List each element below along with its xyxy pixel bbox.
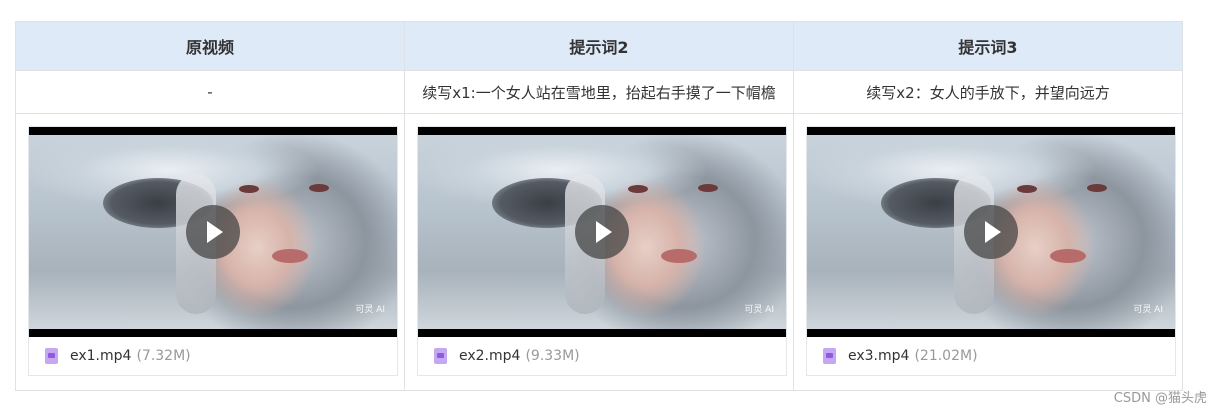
thumbnail-eye-right xyxy=(1086,183,1107,192)
file-info[interactable]: ex2.mp4 (9.33M) xyxy=(418,337,786,375)
video-card: 可灵 AI ex2.mp4 (9.33M) xyxy=(417,126,787,376)
video-row: 可灵 AI ex1.mp4 (7.32M) 可灵 AI ex2.mp4 (9.3… xyxy=(15,113,1183,391)
prompt-cell-3: 续写x2：女人的手放下，并望向远方 xyxy=(793,70,1183,114)
play-icon[interactable] xyxy=(964,205,1018,259)
prompt-row: - 续写x1:一个女人站在雪地里，抬起右手摸了一下帽檐 续写x2：女人的手放下，… xyxy=(15,70,1183,114)
video-cell-1: 可灵 AI ex1.mp4 (7.32M) xyxy=(15,113,405,391)
video-file-icon xyxy=(45,348,58,364)
file-name: ex3.mp4 xyxy=(848,348,910,364)
thumbnail-eye-left xyxy=(238,185,259,194)
play-icon[interactable] xyxy=(575,205,629,259)
file-size: (9.33M) xyxy=(525,348,580,364)
file-info[interactable]: ex3.mp4 (21.02M) xyxy=(807,337,1175,375)
file-name: ex2.mp4 xyxy=(459,348,521,364)
file-size: (21.02M) xyxy=(914,348,978,364)
video-card: 可灵 AI ex1.mp4 (7.32M) xyxy=(28,126,398,376)
header-prompt-2: 提示词2 xyxy=(404,21,794,71)
watermark: 可灵 AI xyxy=(1133,305,1163,315)
video-file-icon xyxy=(823,348,836,364)
video-file-icon xyxy=(434,348,447,364)
thumbnail-eye-right xyxy=(308,183,329,192)
file-info[interactable]: ex1.mp4 (7.32M) xyxy=(29,337,397,375)
video-cell-2: 可灵 AI ex2.mp4 (9.33M) xyxy=(404,113,794,391)
csdn-credit: CSDN @猫头虎 xyxy=(1113,391,1207,406)
video-player[interactable]: 可灵 AI xyxy=(29,127,397,337)
video-cell-3: 可灵 AI ex3.mp4 (21.02M) xyxy=(793,113,1183,391)
thumbnail-eye-right xyxy=(697,183,718,192)
thumbnail-lips xyxy=(1049,249,1086,264)
file-name: ex1.mp4 xyxy=(70,348,132,364)
header-row: 原视频 提示词2 提示词3 xyxy=(15,21,1183,71)
video-card: 可灵 AI ex3.mp4 (21.02M) xyxy=(806,126,1176,376)
thumbnail-lips xyxy=(271,249,308,264)
thumbnail-eye-left xyxy=(1016,185,1037,194)
thumbnail-lips xyxy=(660,249,697,264)
header-original-video: 原视频 xyxy=(15,21,405,71)
watermark: 可灵 AI xyxy=(744,305,774,315)
prompt-cell-original: - xyxy=(15,70,405,114)
play-icon[interactable] xyxy=(186,205,240,259)
thumbnail-eye-left xyxy=(627,185,648,194)
video-player[interactable]: 可灵 AI xyxy=(807,127,1175,337)
video-comparison-table: 原视频 提示词2 提示词3 - 续写x1:一个女人站在雪地里，抬起右手摸了一下帽… xyxy=(15,21,1183,391)
header-prompt-3: 提示词3 xyxy=(793,21,1183,71)
file-size: (7.32M) xyxy=(136,348,191,364)
prompt-cell-2: 续写x1:一个女人站在雪地里，抬起右手摸了一下帽檐 xyxy=(404,70,794,114)
video-player[interactable]: 可灵 AI xyxy=(418,127,786,337)
watermark: 可灵 AI xyxy=(355,305,385,315)
